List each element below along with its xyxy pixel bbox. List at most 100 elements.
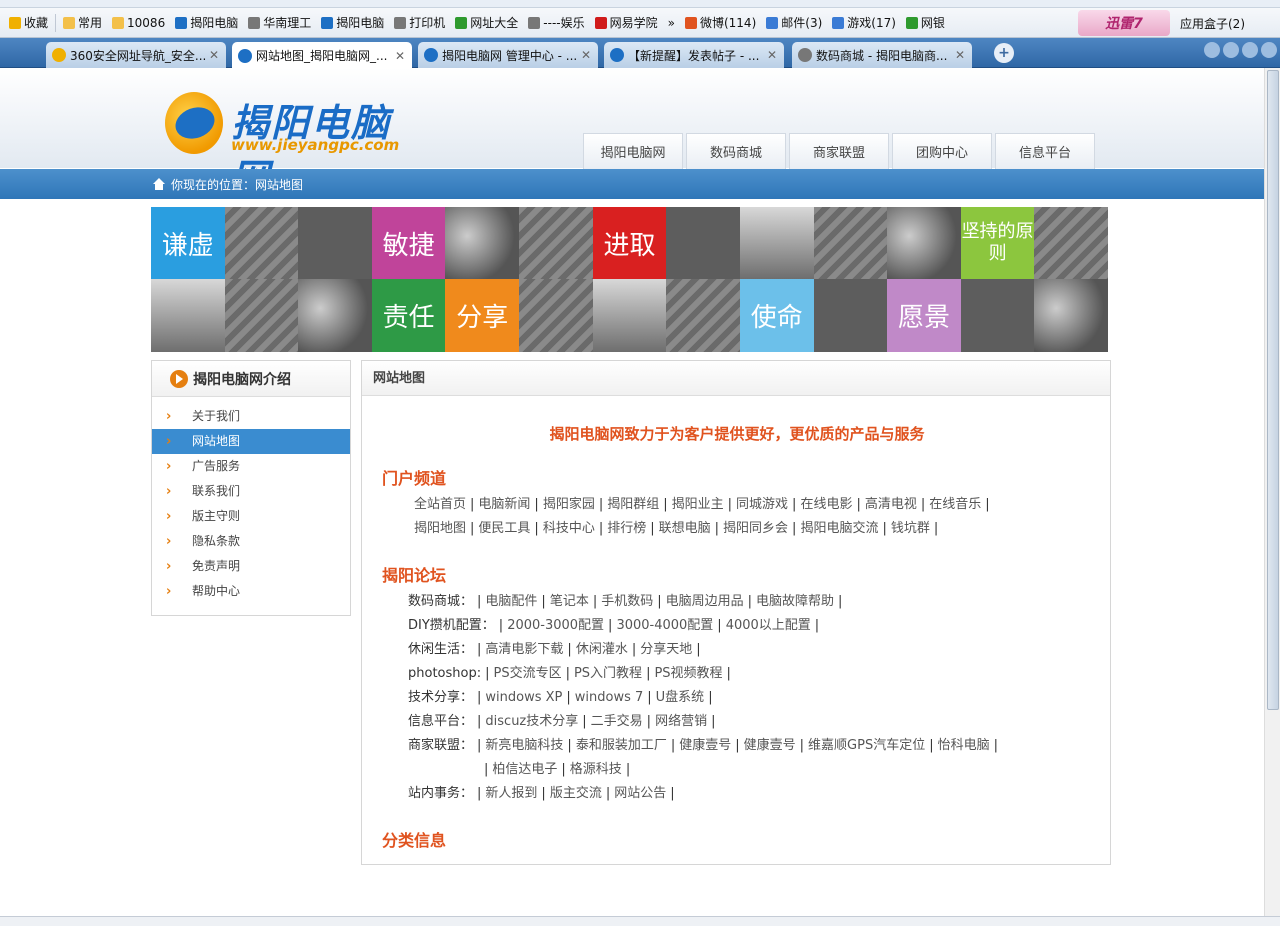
forum-link[interactable]: 3000-4000配置 <box>616 618 713 633</box>
sidebar-item[interactable]: 版主守则 <box>152 504 350 529</box>
new-tab-button[interactable]: + <box>994 43 1014 63</box>
portal-link[interactable]: 揭阳地图 <box>414 521 466 536</box>
forum-link[interactable]: 电脑配件 <box>485 594 537 609</box>
forum-link[interactable]: 分享天地 <box>640 642 692 657</box>
forum-link[interactable]: 健康壹号 <box>744 738 796 753</box>
favorite-item[interactable]: 常用 <box>58 12 107 34</box>
forum-link[interactable]: 电脑故障帮助 <box>756 594 834 609</box>
vertical-scrollbar[interactable] <box>1264 68 1280 916</box>
close-icon[interactable]: ✕ <box>394 49 406 63</box>
forum-link[interactable]: 网络营销 <box>655 714 707 729</box>
favorite-item[interactable]: 华南理工 <box>243 12 316 34</box>
favorite-item[interactable]: 揭阳电脑 <box>170 12 243 34</box>
favorite-item[interactable]: 打印机 <box>389 12 450 34</box>
portal-link[interactable]: 揭阳电脑交流 <box>800 521 878 536</box>
favorite-item[interactable]: 揭阳电脑 <box>316 12 389 34</box>
forum-link[interactable]: 健康壹号 <box>679 738 731 753</box>
forum-link[interactable]: discuz技术分享 <box>485 714 578 729</box>
forum-link[interactable]: 泰和服装加工厂 <box>576 738 667 753</box>
favorite-item[interactable]: 微博(114) <box>680 12 761 34</box>
app-box-button[interactable]: 应用盒子(2) <box>1180 15 1245 32</box>
close-icon[interactable]: ✕ <box>208 48 220 62</box>
forum-link[interactable]: windows 7 <box>575 690 644 705</box>
nav-tab[interactable]: 商家联盟 <box>789 133 889 169</box>
favorite-item[interactable]: 邮件(3) <box>761 12 827 34</box>
sidebar-item[interactable]: 帮助中心 <box>152 579 350 604</box>
sidebar-item[interactable]: 网站地图 <box>152 429 350 454</box>
portal-link[interactable]: 便民工具 <box>478 521 530 536</box>
tab-list-icon[interactable] <box>1242 42 1258 58</box>
sidebar-item[interactable]: 关于我们 <box>152 404 350 429</box>
favorite-item[interactable]: 游戏(17) <box>827 12 901 34</box>
browser-tab[interactable]: 【新提醒】发表帖子 - ... ✕ <box>604 42 784 68</box>
portal-link[interactable]: 高清电视 <box>865 497 917 512</box>
scrollbar-thumb[interactable] <box>1267 70 1279 710</box>
link-separator: | <box>714 521 720 536</box>
nav-tab[interactable]: 数码商城 <box>686 133 786 169</box>
forum-link[interactable]: 版主交流 <box>550 786 602 801</box>
forum-link[interactable]: 2000-3000配置 <box>507 618 604 633</box>
portal-link[interactable]: 联想电脑 <box>659 521 711 536</box>
forum-link[interactable]: 休闲灌水 <box>576 642 628 657</box>
portal-link[interactable]: 揭阳业主 <box>672 497 724 512</box>
close-icon[interactable]: ✕ <box>766 48 778 62</box>
forum-link[interactable]: 手机数码 <box>601 594 653 609</box>
portal-link[interactable]: 排行榜 <box>607 521 646 536</box>
portal-link[interactable]: 全站首页 <box>414 497 466 512</box>
minimize-icon[interactable] <box>1261 42 1277 58</box>
forum-link[interactable]: 电脑周边用品 <box>666 594 744 609</box>
forum-link[interactable]: 笔记本 <box>550 594 589 609</box>
favorite-item[interactable]: 10086 <box>107 12 170 34</box>
favorite-item[interactable]: 网易学院 <box>590 12 663 34</box>
favorite-item[interactable]: » <box>663 12 680 34</box>
browser-tab[interactable]: 360安全网址导航_安全... ✕ <box>46 42 226 68</box>
browser-tab[interactable]: 数码商城 - 揭阳电脑商... ✕ <box>792 42 972 68</box>
forum-link[interactable]: U盘系统 <box>656 690 705 705</box>
forum-link[interactable]: windows XP <box>485 690 562 705</box>
portal-link[interactable]: 揭阳同乡会 <box>723 521 788 536</box>
banner-word: 责任 <box>382 303 435 333</box>
nav-tab[interactable]: 揭阳电脑网 <box>583 133 683 169</box>
sidebar-item[interactable]: 广告服务 <box>152 454 350 479</box>
portal-link[interactable]: 同城游戏 <box>736 497 788 512</box>
xunlei-button[interactable]: 迅雷7 <box>1078 10 1170 36</box>
sidebar-item[interactable]: 免责声明 <box>152 554 350 579</box>
favorite-item[interactable]: ----娱乐 <box>523 12 589 34</box>
favorite-item[interactable]: 网址大全 <box>450 12 523 34</box>
forum-link[interactable]: 新人报到 <box>485 786 537 801</box>
scroll-right-icon[interactable] <box>1223 42 1239 58</box>
close-icon[interactable]: ✕ <box>954 48 966 62</box>
forum-link[interactable]: 柏信达电子 <box>492 762 557 777</box>
portal-link[interactable]: 在线音乐 <box>929 497 981 512</box>
forum-link[interactable]: 4000以上配置 <box>726 618 811 633</box>
forum-link[interactable]: PS入门教程 <box>574 666 642 681</box>
sidebar-item[interactable]: 联系我们 <box>152 479 350 504</box>
portal-link[interactable]: 钱坑群 <box>891 521 930 536</box>
forum-link[interactable]: PS视频教程 <box>654 666 722 681</box>
browser-tab[interactable]: 网站地图_揭阳电脑网_... ✕ <box>232 42 412 69</box>
portal-link[interactable]: 在线电影 <box>800 497 852 512</box>
forum-link[interactable]: 维嘉顺GPS汽车定位 <box>808 738 925 753</box>
close-icon[interactable]: ✕ <box>580 48 592 62</box>
forum-link[interactable]: 网站公告 <box>614 786 666 801</box>
portal-link[interactable]: 揭阳群组 <box>607 497 659 512</box>
nav-tab[interactable]: 团购中心 <box>892 133 992 169</box>
nav-tab[interactable]: 信息平台 <box>995 133 1095 169</box>
portal-link[interactable]: 揭阳家园 <box>543 497 595 512</box>
browser-tab[interactable]: 揭阳电脑网 管理中心 - ... ✕ <box>418 42 598 68</box>
portal-link[interactable]: 电脑新闻 <box>478 497 530 512</box>
forum-link[interactable]: PS交流专区 <box>493 666 561 681</box>
forum-link[interactable]: 二手交易 <box>591 714 643 729</box>
favorite-item[interactable]: 收藏 <box>4 12 53 34</box>
scroll-left-icon[interactable] <box>1204 42 1220 58</box>
portal-link[interactable]: 科技中心 <box>543 521 595 536</box>
forum-link[interactable]: 高清电影下载 <box>485 642 563 657</box>
home-icon[interactable] <box>152 178 166 190</box>
forum-link[interactable]: 新亮电脑科技 <box>485 738 563 753</box>
favorite-item[interactable]: 网银 <box>901 12 950 34</box>
forum-link[interactable]: 格源科技 <box>570 762 622 777</box>
sidebar-item[interactable]: 隐私条款 <box>152 529 350 554</box>
banner-text-tile <box>960 279 1035 352</box>
forum-link[interactable]: 怡科电脑 <box>938 738 990 753</box>
site-logo[interactable]: 揭阳电脑网 www.jieyangpc.com <box>165 92 425 200</box>
